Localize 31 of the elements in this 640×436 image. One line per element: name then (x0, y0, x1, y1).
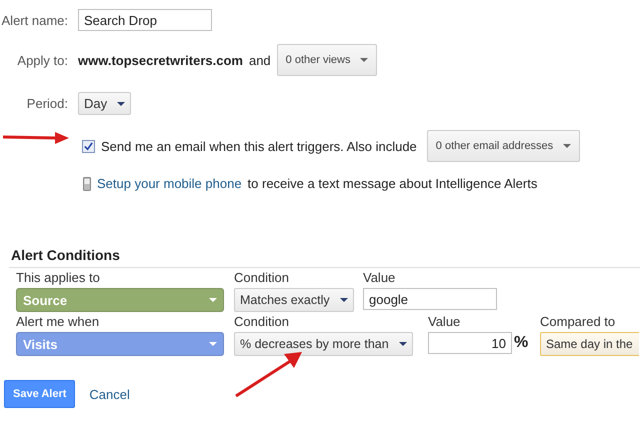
field-label: Value (428, 314, 462, 329)
field-label: Compared to (540, 314, 616, 329)
field-label: Value (363, 270, 396, 285)
condition-dropdown[interactable]: Matches exactly (234, 288, 354, 312)
field-label: This applies to (16, 270, 101, 285)
condition-dropdown[interactable]: % decreases by more than (234, 332, 413, 356)
field-label: Condition (234, 314, 290, 329)
period-dropdown[interactable]: Day (78, 92, 132, 115)
compared-to-dropdown[interactable]: Same day in the (540, 332, 639, 356)
arrow-icon (3, 132, 69, 144)
mobile-phone-icon (83, 176, 91, 190)
value-field[interactable]: 10 (428, 332, 512, 354)
email-addresses-dropdown[interactable]: 0 other email addresses (426, 130, 580, 162)
mobile-setup-link[interactable]: Setup your mobile phone (97, 176, 242, 191)
field-label: Condition (234, 270, 290, 285)
value-field[interactable]: google (363, 288, 497, 310)
field-label: Alert me when (16, 314, 100, 329)
unit-label: % (514, 334, 528, 352)
mobile-text: to receive a text message about Intelligence Alerts (248, 176, 538, 191)
cancel-link[interactable]: Cancel (89, 386, 130, 402)
section-title: Alert Conditions (11, 247, 121, 263)
field-label: Period: (26, 96, 68, 111)
alert-name-field[interactable]: Search Drop (78, 9, 212, 31)
email-checkbox[interactable] (82, 140, 95, 152)
arrow-icon (234, 352, 302, 398)
views-dropdown[interactable]: 0 other views (276, 44, 378, 76)
joiner-text: and (248, 52, 271, 68)
field-label: Apply to: (16, 52, 68, 68)
site-name: www.topsecretwriters.com (78, 52, 243, 68)
field-label: Alert name: (0, 12, 68, 28)
email-option-text: Send me an email when this alert triggers. Also include (101, 138, 417, 154)
